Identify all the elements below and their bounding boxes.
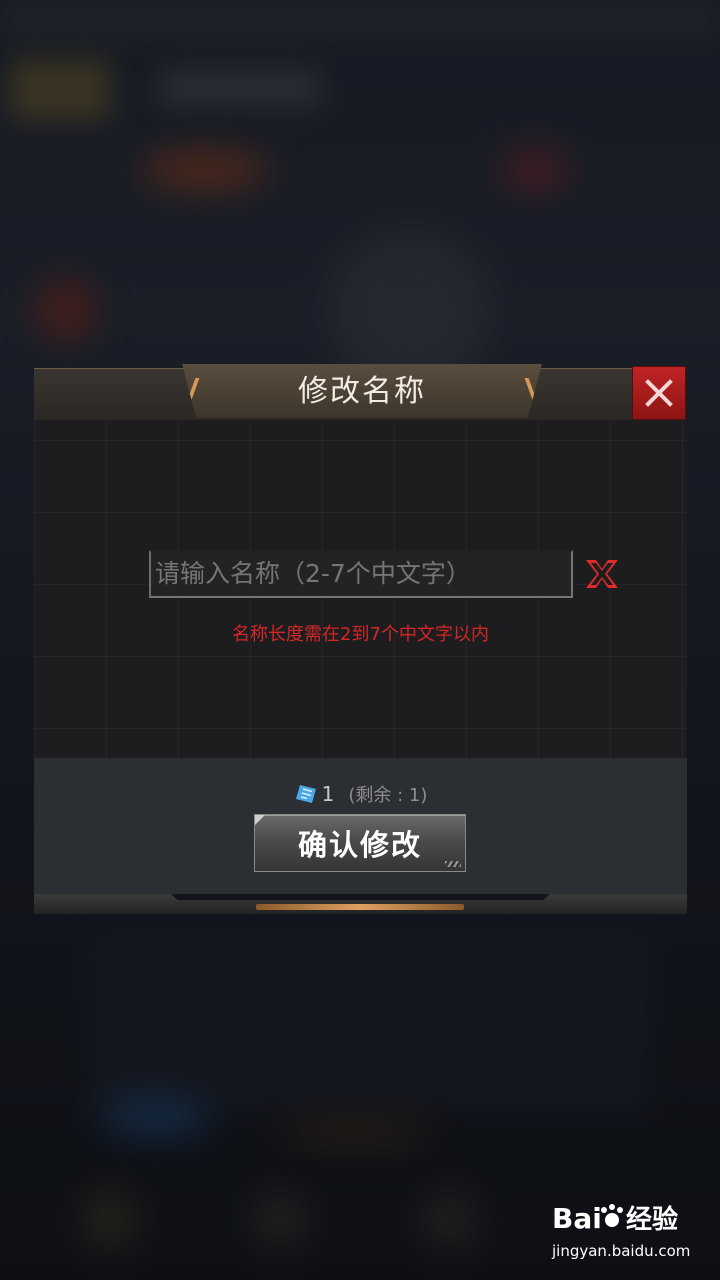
paw-icon: Bai 经验	[552, 1202, 678, 1235]
dialog-title: 修改名称	[298, 374, 426, 409]
cost-remaining: (剩余 : 1)	[348, 785, 428, 806]
rename-card-icon	[295, 785, 316, 803]
error-message: 名称长度需在2到7个中文字以内	[232, 624, 489, 645]
button-stripe-decoration	[445, 861, 461, 867]
clear-input-icon[interactable]	[582, 554, 622, 594]
close-button[interactable]	[632, 366, 686, 420]
game-screen: 修改名称 名称长度需在2到7个中文字以内 1 (剩余 : 1)	[0, 0, 720, 1280]
svg-text:Bai: Bai	[552, 1202, 602, 1235]
rename-dialog: 修改名称 名称长度需在2到7个中文字以内 1 (剩余 : 1)	[34, 364, 687, 914]
name-input[interactable]	[149, 550, 573, 598]
close-icon	[645, 379, 673, 407]
dialog-body: 名称长度需在2到7个中文字以内	[34, 420, 687, 758]
confirm-button-label: 确认修改	[297, 828, 422, 862]
watermark-url: jingyan.baidu.com	[552, 1242, 691, 1260]
dialog-bottom-accent	[256, 904, 464, 910]
cost-amount: 1	[321, 782, 335, 806]
svg-text:经验: 经验	[626, 1204, 678, 1235]
baidu-watermark: Bai 经验 jingyan.baidu.com	[552, 1198, 712, 1270]
button-corner-decoration	[255, 815, 265, 825]
dialog-footer: 1 (剩余 : 1) 确认修改	[34, 758, 687, 894]
confirm-button[interactable]: 确认修改	[254, 814, 466, 872]
cost-row: 1 (剩余 : 1)	[34, 782, 687, 806]
baidu-jingyan-logo: Bai 经验	[552, 1198, 712, 1238]
